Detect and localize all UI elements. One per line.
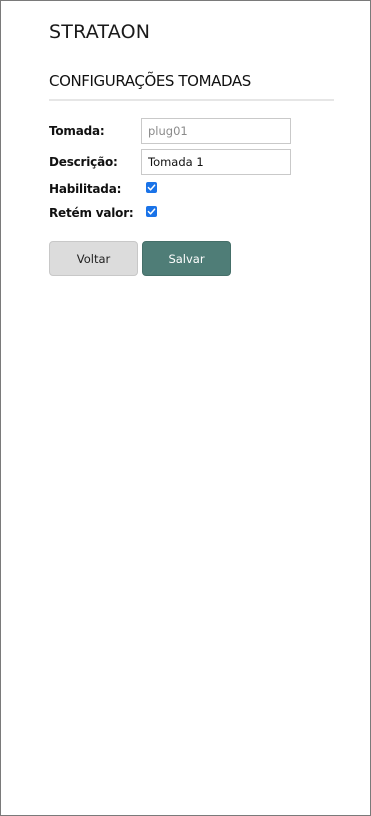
tomada-field[interactable] [141, 118, 291, 144]
retem-valor-checkbox[interactable] [146, 206, 157, 217]
descricao-field[interactable] [141, 149, 291, 175]
descricao-label: Descrição: [49, 155, 118, 169]
brand-logo-text: STRATAON [49, 21, 151, 43]
tomada-label: Tomada: [49, 124, 105, 138]
back-button[interactable]: Voltar [49, 241, 138, 276]
checkmark-icon [147, 184, 156, 191]
back-button-label: Voltar [76, 251, 111, 266]
save-button-label: Salvar [168, 251, 205, 266]
habilitada-label: Habilitada: [49, 182, 122, 196]
page-title: CONFIGURAÇÕES TOMADAS [49, 72, 251, 90]
title-divider [49, 99, 334, 101]
page-frame: STRATAON CONFIGURAÇÕES TOMADAS Tomada: D… [0, 0, 371, 816]
habilitada-checkbox[interactable] [146, 182, 157, 193]
checkmark-icon [147, 208, 156, 215]
retem-valor-label: Retém valor: [49, 206, 134, 220]
save-button[interactable]: Salvar [142, 241, 231, 276]
